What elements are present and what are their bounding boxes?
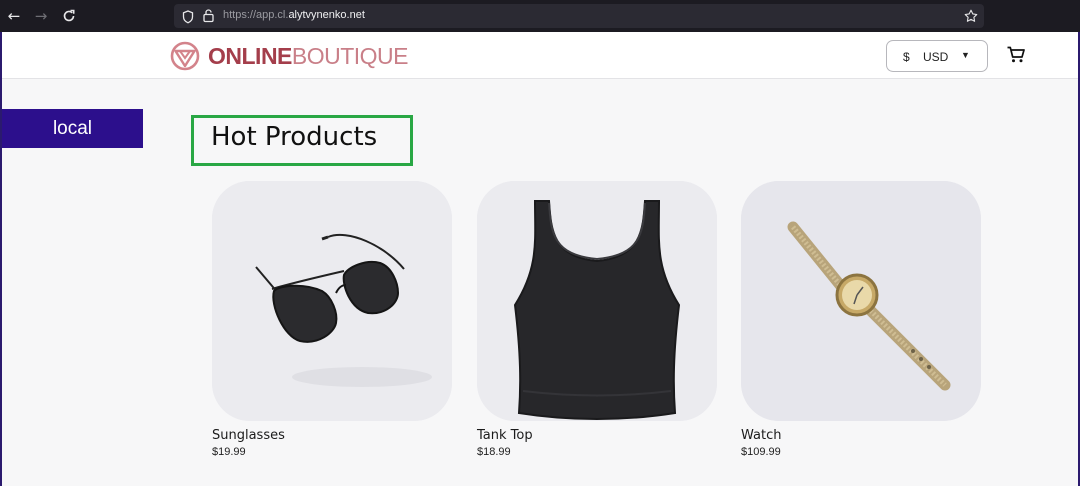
browser-toolbar: ← → https://app.cl.alytvynenko.net (0, 0, 1080, 32)
product-name[interactable]: Sunglasses (212, 428, 452, 443)
url-domain: alytvynenko.net (288, 9, 365, 21)
product-card-tank-top[interactable]: Tank Top $18.99 (477, 181, 717, 458)
browser-window: ← → https://app.cl.alytvynenko.net ONLIN… (0, 0, 1080, 486)
product-name[interactable]: Tank Top (477, 428, 717, 443)
shield-icon[interactable] (182, 9, 194, 28)
product-price: $109.99 (741, 446, 781, 458)
cart-icon[interactable] (1006, 45, 1026, 69)
logo-icon (170, 41, 200, 71)
page-content: ONLINEBOUTIQUE $ USD ▼ local Hot Product… (2, 32, 1078, 486)
address-bar[interactable]: https://app.cl.alytvynenko.net (174, 4, 984, 28)
url-text[interactable]: https://app.cl.alytvynenko.net (223, 9, 365, 21)
currency-symbol: $ (903, 50, 910, 64)
product-card-sunglasses[interactable]: Sunglasses $19.99 (212, 181, 452, 458)
section-title: Hot Products (211, 122, 378, 152)
back-icon[interactable]: ← (4, 6, 24, 26)
logo-text-thin: BOUTIQUE (291, 42, 409, 69)
product-card-watch[interactable]: Watch $109.99 (741, 181, 981, 458)
environment-badge: local (2, 109, 143, 148)
tank-top-image[interactable] (477, 181, 717, 421)
currency-code: USD (923, 50, 949, 64)
lock-icon[interactable] (202, 8, 215, 27)
product-name[interactable]: Watch (741, 428, 981, 443)
url-prefix: https://app.cl. (223, 9, 289, 21)
site-header: ONLINEBOUTIQUE $ USD ▼ (2, 32, 1078, 79)
sunglasses-image[interactable] (212, 181, 452, 421)
star-icon[interactable] (964, 8, 978, 27)
currency-select[interactable]: $ USD ▼ (886, 40, 988, 72)
product-price: $19.99 (212, 446, 246, 458)
product-price: $18.99 (477, 446, 511, 458)
logo-text-bold: ONLINE (208, 42, 292, 69)
logo-text: ONLINEBOUTIQUE (208, 42, 409, 70)
reload-icon[interactable] (59, 6, 79, 26)
forward-icon[interactable]: → (31, 6, 51, 26)
caret-down-icon: ▼ (961, 50, 970, 60)
watch-image[interactable] (741, 181, 981, 421)
site-logo[interactable]: ONLINEBOUTIQUE (170, 41, 409, 71)
